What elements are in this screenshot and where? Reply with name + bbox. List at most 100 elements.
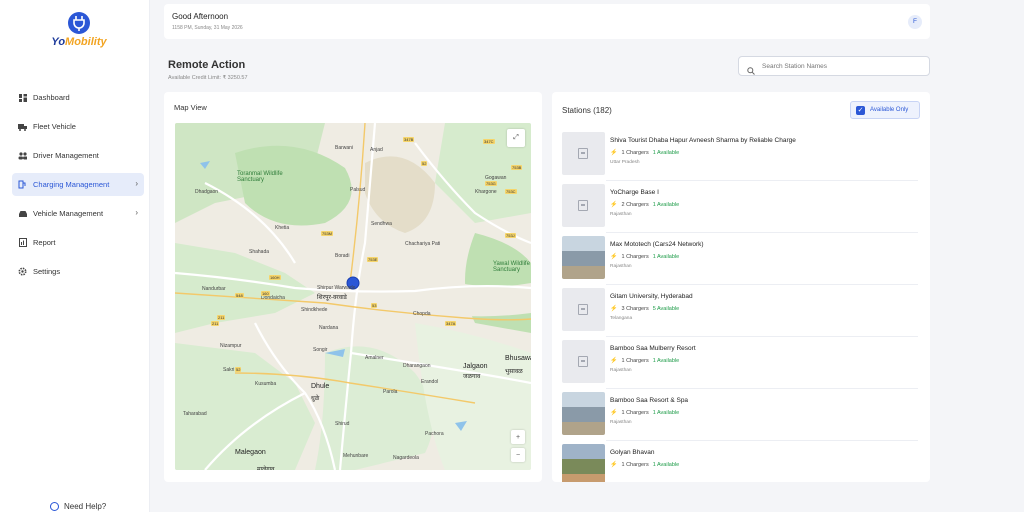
station-row[interactable]: Golyan Bhavan ⚡ 1 Chargers 1 Available: [562, 444, 918, 482]
help-icon: [50, 502, 59, 511]
sidebar-item-settings[interactable]: Settings: [12, 260, 144, 283]
logo-text-suffix: Mobility: [65, 36, 107, 48]
station-row[interactable]: Bamboo Saa Resort & Spa ⚡ 1 Chargers 1 Avai…: [562, 392, 918, 444]
station-name: Shiva Tourist Dhaba Hapur Avneesh Sharma…: [610, 137, 796, 144]
bolt-icon: ⚡: [610, 410, 618, 416]
credit-limit: Available Credit Limit: ₹ 3250.57: [168, 75, 248, 81]
map-place-label: Songir: [313, 347, 328, 353]
map-place-label: Bhusawal: [505, 355, 531, 362]
avatar[interactable]: F: [908, 15, 922, 29]
sidebar-item-label: Vehicle Management: [33, 209, 104, 218]
charger-icon: [578, 356, 588, 367]
station-info: Golyan Bhavan ⚡ 1 Chargers 1 Available: [610, 444, 679, 482]
station-row[interactable]: YoCharge Base I ⚡ 2 Chargers 1 Available Raj…: [562, 184, 918, 236]
bolt-icon: ⚡: [610, 150, 618, 156]
bolt-icon: ⚡: [610, 202, 618, 208]
map-place-label-local: धुळे: [311, 396, 320, 402]
station-search[interactable]: [738, 56, 930, 76]
search-input[interactable]: [762, 62, 922, 70]
need-help-link[interactable]: Need Help?: [50, 502, 106, 511]
station-info: Bamboo Saa Mulberry Resort ⚡ 1 Chargers 1 A…: [610, 340, 696, 392]
station-info: YoCharge Base I ⚡ 2 Chargers 1 Available Raj…: [610, 184, 679, 236]
map-place-label: Shindkhede: [301, 307, 328, 313]
station-state: Rajasthan: [610, 264, 632, 269]
map-place-label: Toranmal Wildlife Sanctuary: [237, 171, 283, 183]
map-road-label: 211: [217, 315, 226, 320]
checkmark-icon: ✓: [856, 105, 865, 115]
chevron-right-icon: ›: [135, 208, 138, 217]
sidebar-item-report[interactable]: Report: [12, 231, 144, 254]
map-road-label: 211: [211, 321, 220, 326]
map-road-label: 753M: [321, 231, 334, 236]
station-row[interactable]: Shiva Tourist Dhaba Hapur Avneesh Sharma…: [562, 132, 918, 184]
station-name: Bamboo Saa Resort & Spa: [610, 397, 689, 404]
map-place-label: Pachora: [425, 431, 444, 437]
search-icon: [747, 62, 755, 75]
station-meta: ⚡ 1 Chargers 1 Available: [610, 253, 704, 261]
charging-icon: [18, 180, 27, 189]
map-road-label: 160H: [269, 275, 281, 280]
station-chargers: 1 Chargers: [621, 149, 649, 156]
greeting-header: Good Afternoon 1158 PM, Sunday, 31 May 2…: [164, 4, 930, 39]
map-road-label: 52: [235, 367, 242, 372]
station-meta: ⚡ 1 Chargers 1 Available: [610, 461, 679, 469]
sidebar-item-label: Charging Management: [33, 180, 110, 189]
map-place-label: Amalner: [365, 355, 384, 361]
map-place-label: Yawal Wildlife Sanctuary: [493, 261, 530, 273]
greeting-text: Good Afternoon: [172, 12, 229, 21]
sidebar-item-label: Report: [33, 238, 56, 247]
sidebar-item-fleet-vehicle[interactable]: Fleet Vehicle: [12, 115, 144, 138]
map-place-label: Boradi: [335, 253, 350, 259]
map-place-label: Dhule: [311, 383, 330, 390]
map-place-label-local: शिरपूर-वरवाडे: [317, 295, 347, 301]
station-info: Gitam University, Hyderabad ⚡ 3 Chargers 5 …: [610, 288, 693, 340]
map-place-label: Barwani: [335, 145, 354, 151]
map-place-label: Dhadgaon: [195, 189, 219, 195]
map-place-label: Nardana: [319, 325, 339, 331]
need-help-label: Need Help?: [64, 502, 107, 511]
map-canvas: [175, 123, 531, 470]
station-name: Bamboo Saa Mulberry Resort: [610, 345, 696, 352]
bolt-icon: ⚡: [610, 462, 618, 468]
map-place-label: Sendhwa: [371, 221, 392, 227]
station-state: Rajasthan: [610, 420, 632, 425]
bolt-icon: ⚡: [610, 358, 618, 364]
sidebar-item-charging-management[interactable]: Charging Management ›: [12, 173, 144, 196]
bolt-icon: ⚡: [610, 254, 618, 260]
station-photo: [562, 444, 605, 482]
stations-card: Stations (182) ✓ Available Only Shiva To…: [552, 92, 930, 482]
zoom-out-button[interactable]: −: [511, 448, 525, 462]
app-logo[interactable]: YoMobility: [44, 12, 114, 48]
map-place-label: Parola: [383, 389, 398, 395]
available-only-checkbox[interactable]: ✓ Available Only: [850, 101, 920, 119]
station-list: Shiva Tourist Dhaba Hapur Avneesh Sharma…: [562, 132, 918, 482]
map-road-label: 548: [235, 293, 244, 298]
map-road-label: 753G: [485, 181, 497, 186]
station-name: Gitam University, Hyderabad: [610, 293, 693, 300]
fullscreen-button[interactable]: ⤢: [507, 129, 525, 147]
station-chargers: 1 Chargers: [621, 253, 649, 260]
station-placeholder-image: [562, 132, 605, 175]
station-info: Shiva Tourist Dhaba Hapur Avneesh Sharma…: [610, 132, 796, 184]
map-view[interactable]: ⤢ + − Barwani Anjad Toranmal Wildlife Sanc…: [175, 123, 531, 470]
map-place-label: Nagardeola: [393, 455, 419, 461]
map-road-label: 347C: [483, 139, 495, 144]
station-photo: [562, 392, 605, 435]
sidebar-nav: Dashboard Fleet Vehicle Driver Managemen…: [12, 86, 144, 289]
station-placeholder-image: [562, 184, 605, 227]
map-place-label: Kusumba: [255, 381, 277, 387]
sidebar-item-label: Dashboard: [33, 93, 70, 102]
sidebar-item-vehicle-management[interactable]: Vehicle Management ›: [12, 202, 144, 225]
sidebar-item-dashboard[interactable]: Dashboard: [12, 86, 144, 109]
station-row[interactable]: Max Mototech (Cars24 Network) ⚡ 1 Chargers…: [562, 236, 918, 288]
zoom-in-button[interactable]: +: [511, 430, 525, 444]
station-row[interactable]: Gitam University, Hyderabad ⚡ 3 Chargers 5 …: [562, 288, 918, 340]
map-place-label: Taharabad: [183, 411, 207, 417]
map-place-label: Nandurbar: [202, 286, 226, 292]
sidebar-item-driver-management[interactable]: Driver Management: [12, 144, 144, 167]
station-row[interactable]: Bamboo Saa Mulberry Resort ⚡ 1 Chargers 1 A…: [562, 340, 918, 392]
map-place-label: Khetia: [275, 225, 290, 231]
station-state: Rajasthan: [610, 368, 632, 373]
map-road-label: 753B: [511, 165, 523, 170]
station-available: 1 Available: [652, 253, 680, 260]
